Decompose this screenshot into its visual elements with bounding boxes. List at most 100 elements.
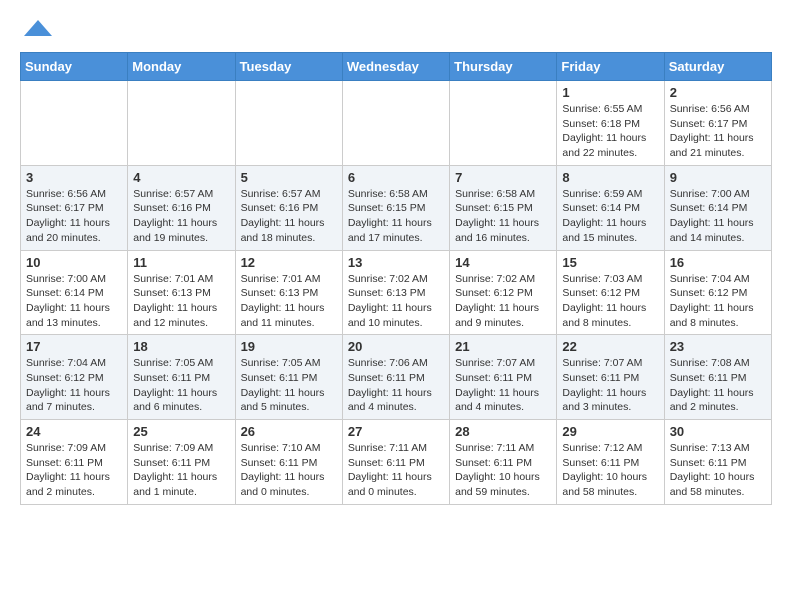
calendar-empty-cell: [235, 81, 342, 166]
day-number: 29: [562, 424, 658, 439]
calendar-day-cell: 22 Sunrise: 7:07 AM Sunset: 6:11 PM Dayli…: [557, 335, 664, 420]
calendar-day-cell: 26 Sunrise: 7:10 AM Sunset: 6:11 PM Dayli…: [235, 420, 342, 505]
calendar-empty-cell: [21, 81, 128, 166]
day-number: 27: [348, 424, 444, 439]
calendar-day-cell: 29 Sunrise: 7:12 AM Sunset: 6:11 PM Dayli…: [557, 420, 664, 505]
day-info: Sunrise: 7:01 AM Sunset: 6:13 PM Dayligh…: [241, 272, 337, 331]
day-number: 26: [241, 424, 337, 439]
header: [20, 16, 772, 44]
calendar-week-row: 3 Sunrise: 6:56 AM Sunset: 6:17 PM Daylig…: [21, 165, 772, 250]
calendar-week-row: 10 Sunrise: 7:00 AM Sunset: 6:14 PM Dayli…: [21, 250, 772, 335]
calendar-day-cell: 6 Sunrise: 6:58 AM Sunset: 6:15 PM Daylig…: [342, 165, 449, 250]
day-info: Sunrise: 7:12 AM Sunset: 6:11 PM Dayligh…: [562, 441, 658, 500]
calendar-day-cell: 20Sunrise: 7:06 AM Sunset: 6:11 PM Dayli…: [342, 335, 449, 420]
day-number: 22: [562, 339, 658, 354]
calendar-day-cell: 27 Sunrise: 7:11 AM Sunset: 6:11 PM Dayli…: [342, 420, 449, 505]
day-number: 25: [133, 424, 229, 439]
calendar-day-cell: 12 Sunrise: 7:01 AM Sunset: 6:13 PM Dayli…: [235, 250, 342, 335]
weekday-header: Sunday: [21, 53, 128, 81]
day-number: 18: [133, 339, 229, 354]
calendar-table: SundayMondayTuesdayWednesdayThursdayFrid…: [20, 52, 772, 505]
day-number: 15: [562, 255, 658, 270]
day-number: 24: [26, 424, 122, 439]
calendar-empty-cell: [342, 81, 449, 166]
day-info: Sunrise: 7:08 AM Sunset: 6:11 PM Dayligh…: [670, 356, 766, 415]
day-info: Sunrise: 7:04 AM Sunset: 6:12 PM Dayligh…: [670, 272, 766, 331]
page: SundayMondayTuesdayWednesdayThursdayFrid…: [0, 0, 792, 521]
day-number: 19: [241, 339, 337, 354]
day-number: 4: [133, 170, 229, 185]
day-number: 7: [455, 170, 551, 185]
weekday-header: Wednesday: [342, 53, 449, 81]
calendar-day-cell: 23 Sunrise: 7:08 AM Sunset: 6:11 PM Dayli…: [664, 335, 771, 420]
day-number: 2: [670, 85, 766, 100]
calendar-week-row: 1Sunrise: 6:55 AM Sunset: 6:18 PM Daylig…: [21, 81, 772, 166]
calendar-day-cell: 7 Sunrise: 6:58 AM Sunset: 6:15 PM Daylig…: [450, 165, 557, 250]
day-number: 23: [670, 339, 766, 354]
calendar-day-cell: 2 Sunrise: 6:56 AM Sunset: 6:17 PM Daylig…: [664, 81, 771, 166]
day-info: Sunrise: 7:10 AM Sunset: 6:11 PM Dayligh…: [241, 441, 337, 500]
day-info: Sunrise: 7:09 AM Sunset: 6:11 PM Dayligh…: [133, 441, 229, 500]
day-info: Sunrise: 6:56 AM Sunset: 6:17 PM Dayligh…: [670, 102, 766, 161]
weekday-header: Monday: [128, 53, 235, 81]
weekday-header: Thursday: [450, 53, 557, 81]
calendar-day-cell: 1Sunrise: 6:55 AM Sunset: 6:18 PM Daylig…: [557, 81, 664, 166]
calendar-empty-cell: [450, 81, 557, 166]
day-info: Sunrise: 7:02 AM Sunset: 6:12 PM Dayligh…: [455, 272, 551, 331]
day-number: 11: [133, 255, 229, 270]
day-info: Sunrise: 6:57 AM Sunset: 6:16 PM Dayligh…: [133, 187, 229, 246]
day-info: Sunrise: 6:56 AM Sunset: 6:17 PM Dayligh…: [26, 187, 122, 246]
logo-icon: [24, 16, 52, 44]
day-info: Sunrise: 7:00 AM Sunset: 6:14 PM Dayligh…: [670, 187, 766, 246]
weekday-header: Saturday: [664, 53, 771, 81]
day-info: Sunrise: 7:07 AM Sunset: 6:11 PM Dayligh…: [562, 356, 658, 415]
calendar-day-cell: 30Sunrise: 7:13 AM Sunset: 6:11 PM Dayli…: [664, 420, 771, 505]
day-number: 8: [562, 170, 658, 185]
day-info: Sunrise: 7:04 AM Sunset: 6:12 PM Dayligh…: [26, 356, 122, 415]
day-info: Sunrise: 7:09 AM Sunset: 6:11 PM Dayligh…: [26, 441, 122, 500]
day-number: 3: [26, 170, 122, 185]
calendar-day-cell: 19 Sunrise: 7:05 AM Sunset: 6:11 PM Dayli…: [235, 335, 342, 420]
day-number: 6: [348, 170, 444, 185]
calendar-week-row: 24 Sunrise: 7:09 AM Sunset: 6:11 PM Dayli…: [21, 420, 772, 505]
day-info: Sunrise: 7:00 AM Sunset: 6:14 PM Dayligh…: [26, 272, 122, 331]
day-number: 16: [670, 255, 766, 270]
day-info: Sunrise: 7:11 AM Sunset: 6:11 PM Dayligh…: [455, 441, 551, 500]
calendar-day-cell: 17 Sunrise: 7:04 AM Sunset: 6:12 PM Dayli…: [21, 335, 128, 420]
calendar-day-cell: 21Sunrise: 7:07 AM Sunset: 6:11 PM Dayli…: [450, 335, 557, 420]
calendar-day-cell: 10 Sunrise: 7:00 AM Sunset: 6:14 PM Dayli…: [21, 250, 128, 335]
day-number: 10: [26, 255, 122, 270]
calendar-day-cell: 15 Sunrise: 7:03 AM Sunset: 6:12 PM Dayli…: [557, 250, 664, 335]
calendar-day-cell: 18 Sunrise: 7:05 AM Sunset: 6:11 PM Dayli…: [128, 335, 235, 420]
logo: [20, 16, 52, 44]
calendar-day-cell: 14 Sunrise: 7:02 AM Sunset: 6:12 PM Dayli…: [450, 250, 557, 335]
day-number: 20: [348, 339, 444, 354]
day-info: Sunrise: 7:03 AM Sunset: 6:12 PM Dayligh…: [562, 272, 658, 331]
day-number: 13: [348, 255, 444, 270]
day-number: 12: [241, 255, 337, 270]
weekday-header: Tuesday: [235, 53, 342, 81]
day-number: 17: [26, 339, 122, 354]
day-info: Sunrise: 6:59 AM Sunset: 6:14 PM Dayligh…: [562, 187, 658, 246]
calendar-day-cell: 13 Sunrise: 7:02 AM Sunset: 6:13 PM Dayli…: [342, 250, 449, 335]
day-info: Sunrise: 7:05 AM Sunset: 6:11 PM Dayligh…: [241, 356, 337, 415]
day-info: Sunrise: 6:58 AM Sunset: 6:15 PM Dayligh…: [455, 187, 551, 246]
calendar-header-row: SundayMondayTuesdayWednesdayThursdayFrid…: [21, 53, 772, 81]
day-info: Sunrise: 7:05 AM Sunset: 6:11 PM Dayligh…: [133, 356, 229, 415]
calendar-day-cell: 11 Sunrise: 7:01 AM Sunset: 6:13 PM Dayli…: [128, 250, 235, 335]
day-number: 21: [455, 339, 551, 354]
day-info: Sunrise: 6:58 AM Sunset: 6:15 PM Dayligh…: [348, 187, 444, 246]
day-info: Sunrise: 6:57 AM Sunset: 6:16 PM Dayligh…: [241, 187, 337, 246]
day-info: Sunrise: 7:13 AM Sunset: 6:11 PM Dayligh…: [670, 441, 766, 500]
day-number: 14: [455, 255, 551, 270]
weekday-header: Friday: [557, 53, 664, 81]
day-info: Sunrise: 7:01 AM Sunset: 6:13 PM Dayligh…: [133, 272, 229, 331]
calendar-day-cell: 8 Sunrise: 6:59 AM Sunset: 6:14 PM Daylig…: [557, 165, 664, 250]
calendar-week-row: 17 Sunrise: 7:04 AM Sunset: 6:12 PM Dayli…: [21, 335, 772, 420]
calendar-day-cell: 4 Sunrise: 6:57 AM Sunset: 6:16 PM Daylig…: [128, 165, 235, 250]
day-info: Sunrise: 7:11 AM Sunset: 6:11 PM Dayligh…: [348, 441, 444, 500]
calendar-day-cell: 25 Sunrise: 7:09 AM Sunset: 6:11 PM Dayli…: [128, 420, 235, 505]
calendar-day-cell: 16 Sunrise: 7:04 AM Sunset: 6:12 PM Dayli…: [664, 250, 771, 335]
day-info: Sunrise: 7:02 AM Sunset: 6:13 PM Dayligh…: [348, 272, 444, 331]
calendar-day-cell: 5Sunrise: 6:57 AM Sunset: 6:16 PM Daylig…: [235, 165, 342, 250]
